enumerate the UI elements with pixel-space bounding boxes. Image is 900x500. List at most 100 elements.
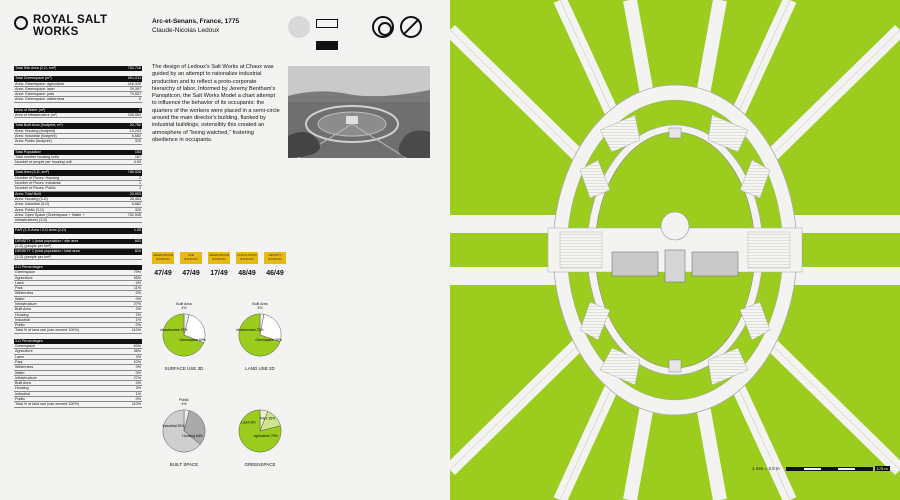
row-label: Park	[15, 286, 23, 291]
row-label: Total Greenspace (m²)	[15, 76, 52, 81]
scale-bar: 1 mm = 3.5 m 175 m	[752, 466, 890, 471]
row-value: 0	[138, 107, 141, 112]
row-value: 785,928	[127, 170, 141, 175]
historic-engraving-image	[288, 66, 430, 158]
row-label: DENSITY 1 (total population / site area	[15, 238, 79, 243]
table-row: Total Site Area (2-D, km²) 752,716	[14, 66, 142, 72]
row-value: 601,011	[127, 76, 141, 81]
stats-section: Total Area (3-D, km²) 785,928 Number of Fl…	[14, 170, 142, 224]
row-value: 320	[134, 207, 141, 212]
pie-slice-label: Greenspace 70%	[255, 338, 282, 342]
row-value: 601	[134, 238, 141, 243]
pie-slice-label: Agriculture 79%	[254, 434, 278, 438]
row-label: Total Area (3-D, km²)	[15, 170, 50, 175]
location-text: Arc-et-Senans, France, 1775	[152, 18, 240, 25]
pie-slice-label: Infrastructure 27%	[236, 328, 263, 332]
row-label: Area: Total Built	[15, 191, 41, 196]
ranking-tag-line2: RANKING	[240, 256, 254, 261]
pie-slice-label: Lawn 6%	[241, 420, 255, 424]
ranking-tile: DENSITY RANKING 46/49	[264, 252, 286, 277]
description-text: The design of Ledoux's Salt Works at Cha…	[152, 64, 280, 143]
row-label: Area: Housing (footprint)	[15, 128, 56, 133]
ranking-tag: GREENSPACE RANKING	[208, 252, 230, 264]
row-value: 416,320	[127, 81, 141, 86]
ranking-tile: GREENSPACE RANKING 47/49	[152, 252, 174, 277]
row-label: DENSITY 2 (total population / total area	[15, 249, 80, 254]
row-label: Number of Floors: Housing	[15, 175, 60, 180]
row-value: 1	[138, 186, 141, 191]
pie-title: LAND USE 2D	[245, 366, 275, 371]
row-value: 2%	[135, 312, 141, 317]
row-value: 0%	[135, 323, 141, 328]
row-value: 4%	[135, 280, 141, 285]
row-label: Infrastructure	[15, 375, 37, 380]
row-value: 1.05	[133, 228, 141, 233]
pie-chart: Built Area 4% Infrastructure 27% Greenspace…	[152, 302, 216, 371]
row-value: 752,716	[127, 66, 141, 70]
row-label: Housing	[15, 312, 29, 317]
row-value: 4%	[135, 354, 141, 359]
black-swatch-icon	[316, 41, 338, 50]
row-label: Area: Industrial (3-D)	[15, 202, 50, 207]
row-value: 20,750	[129, 123, 141, 128]
row-label: Industrial	[15, 317, 30, 322]
pie-top-label: Built Area 3%	[228, 302, 292, 311]
row-value: 55%	[133, 275, 141, 280]
pie-slice-label: Greenspace 69%	[179, 338, 206, 342]
prohibited-icon	[400, 16, 422, 38]
site-plan-drawing	[450, 0, 900, 500]
row-label: (2-D) (people per km²)	[15, 244, 52, 249]
pie-title: BUILT SPACE	[169, 462, 199, 467]
row-value: 0%	[135, 365, 141, 370]
circle-swatch-icon	[288, 16, 310, 38]
table-row: Total % of land use (can exceed 100%) 110…	[14, 328, 142, 334]
row-label: Water	[15, 296, 25, 301]
row-value: 3%	[135, 386, 141, 391]
ranking-tag: FAR RANKING	[180, 252, 202, 264]
table-row: Number of people per housing unit 0.93	[14, 160, 142, 166]
stats-section: Total Built Area (footprint, m²) 20,750 Ar…	[14, 123, 142, 145]
row-label: Infrastructure) (3-D)	[15, 218, 48, 223]
pie-title: GREENSPACE	[244, 462, 276, 467]
pie-chart: Public 4% Industrial 32% Housing 64% BUILT S…	[152, 398, 216, 467]
stats-section: Total Site Area (2-D, km²) 752,716	[14, 66, 142, 72]
stats-section: 3-D Percentages Greenspace 69% Agriculture 3…	[14, 338, 142, 408]
row-value: 752,935	[127, 212, 141, 217]
row-label: Area: Industrial (footprint)	[15, 133, 57, 138]
row-label: Wilderness	[15, 365, 34, 370]
stats-section: Total Population 153 Total number housing …	[14, 149, 142, 166]
row-value: 1%	[135, 391, 141, 396]
row-value: 36%	[133, 349, 141, 354]
logo-icon	[14, 16, 28, 30]
pie-svg: Infrastructure 27% Greenspace 69%	[159, 313, 206, 357]
stats-section: FAR (3-D Area / 2-D Area (2-D) 1.05	[14, 228, 142, 234]
row-label: Built Area	[15, 307, 31, 312]
row-label: Total % of land use (can exceed 100%)	[15, 328, 79, 333]
target-icon	[372, 16, 394, 38]
row-label: Area of Water (m²)	[15, 107, 46, 112]
row-label: Area: Public (footprint)	[15, 139, 52, 144]
row-label: Number of Floors: Public	[15, 186, 56, 191]
row-label: 3-D Percentages	[15, 338, 43, 343]
row-value: 29,397	[129, 86, 141, 91]
pie-slice-label: Park 15%	[260, 416, 275, 420]
ranking-value: 17/49	[210, 270, 228, 277]
scale-label: 1 mm = 3.5 m	[752, 466, 780, 471]
row-label: Greenspace	[15, 344, 36, 349]
row-label: Total Built Area (footprint, m²)	[15, 123, 63, 128]
stats-section: Total Greenspace (m²) 601,011 Area: Greens…	[14, 76, 142, 103]
pie-title: SURFACE USE 3D	[164, 366, 204, 371]
row-label: Greenspace	[15, 270, 36, 275]
row-label: Public	[15, 397, 26, 402]
row-label: Total Population	[15, 149, 42, 154]
page-title: ROYAL SALT WORKS	[33, 14, 107, 38]
ranking-tile: FAR RANKING 47/49	[180, 252, 202, 277]
row-label: 2-D Percentages	[15, 264, 43, 269]
row-value: 3%	[135, 307, 141, 312]
ranking-tag: GREENSPACE RANKING	[152, 252, 174, 264]
row-value: 79,537	[129, 92, 141, 97]
row-label: Wilderness	[15, 291, 34, 296]
ranking-tag-line2: RANKING	[212, 256, 226, 261]
row-label: Area: Housing (3-D)	[15, 196, 48, 201]
row-value: 27%	[133, 301, 141, 306]
